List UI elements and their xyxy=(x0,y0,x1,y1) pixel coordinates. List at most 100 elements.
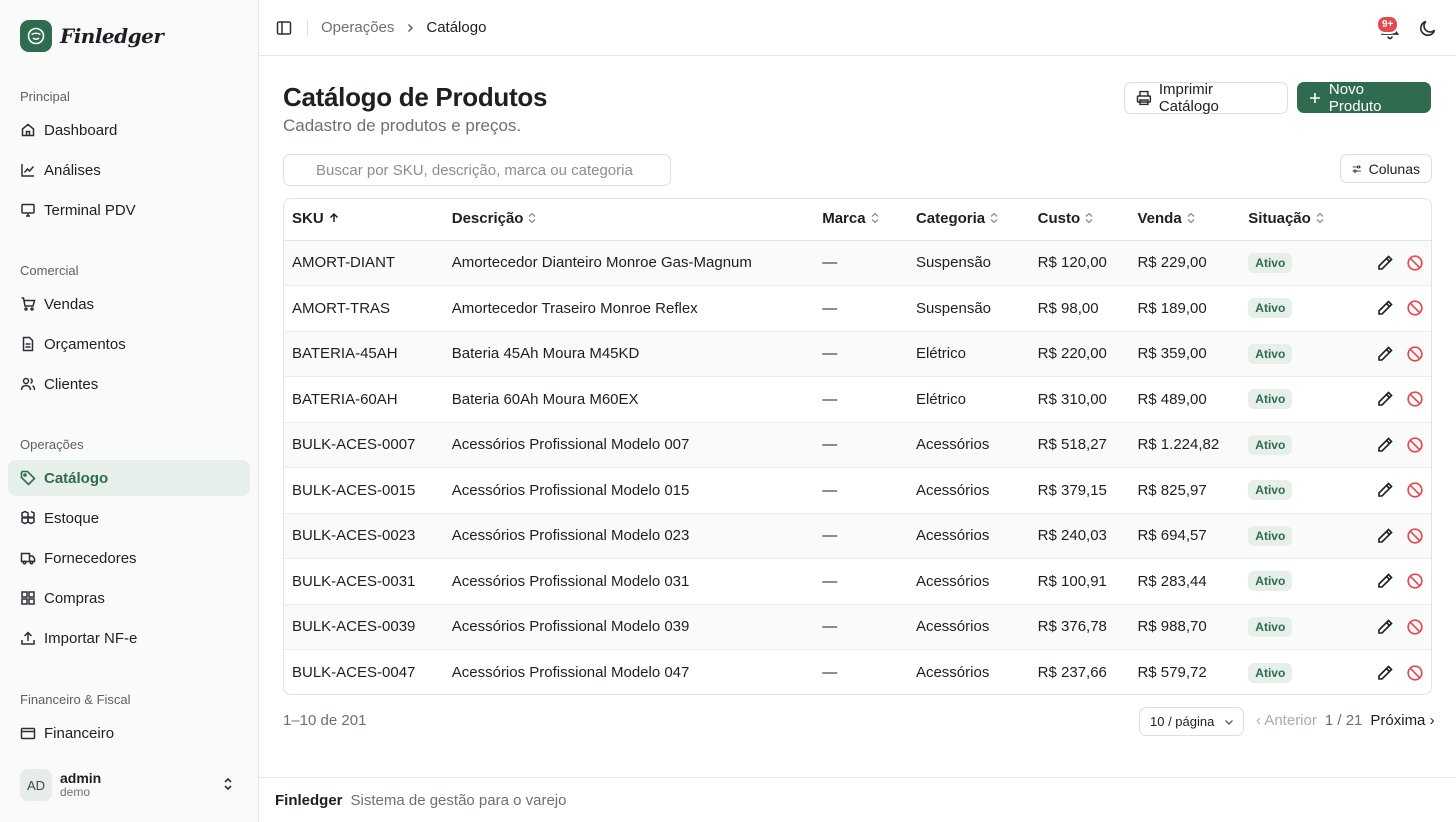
table-row[interactable]: BULK-ACES-0023 Acessórios Profissional Mo… xyxy=(284,513,1431,559)
column-header-categoria[interactable]: Categoria xyxy=(907,199,1030,241)
deactivate-button[interactable] xyxy=(1405,344,1425,364)
sidebar-item-label: Clientes xyxy=(44,375,99,393)
sidebar-item-terminal-pdv[interactable]: Terminal PDV xyxy=(8,192,250,228)
sidebar-item-financeiro[interactable]: Financeiro xyxy=(8,715,250,751)
next-page-button[interactable]: Próxima › xyxy=(1370,712,1434,729)
deactivate-button[interactable] xyxy=(1405,480,1425,500)
table-row[interactable]: BULK-ACES-0039 Acessórios Profissional Mo… xyxy=(284,604,1431,650)
deactivate-button[interactable] xyxy=(1405,435,1425,455)
breadcrumb: Operações Catálogo xyxy=(321,19,486,36)
cell-brand: — xyxy=(822,436,838,454)
edit-button[interactable] xyxy=(1375,298,1395,318)
column-header-situacao[interactable]: Situação xyxy=(1240,199,1356,241)
sort-icon xyxy=(870,211,880,228)
sidebar-item-compras[interactable]: Compras xyxy=(8,580,250,616)
print-catalog-button[interactable]: Imprimir Catálogo xyxy=(1124,81,1288,115)
edit-button[interactable] xyxy=(1375,253,1395,273)
sidebar-toggle-button[interactable] xyxy=(272,16,296,40)
app-footer: Finledger Sistema de gestão para o varej… xyxy=(259,777,1456,822)
sidebar-item-catalogo[interactable]: Catálogo xyxy=(8,460,250,496)
cell-description: Acessórios Profissional Modelo 015 xyxy=(451,481,690,499)
cell-sku: BATERIA-60AH xyxy=(292,390,398,408)
deactivate-button[interactable] xyxy=(1405,253,1425,273)
deactivate-button[interactable] xyxy=(1405,389,1425,409)
sidebar-item-label: Importar NF-e xyxy=(44,629,138,647)
sidebar-item-importar-nfe[interactable]: Importar NF-e xyxy=(8,620,250,656)
sidebar-item-analises[interactable]: Análises xyxy=(8,152,250,188)
brand[interactable]: Finledger xyxy=(20,20,164,52)
column-header-venda[interactable]: Venda xyxy=(1129,199,1241,241)
cell-sku: BULK-ACES-0015 xyxy=(292,481,416,499)
edit-button[interactable] xyxy=(1375,663,1395,683)
edit-button[interactable] xyxy=(1375,617,1395,637)
cell-actions xyxy=(1355,513,1431,559)
deactivate-button[interactable] xyxy=(1405,526,1425,546)
status-badge: Ativo xyxy=(1248,252,1293,273)
breadcrumb-item-operacoes[interactable]: Operações xyxy=(321,19,394,36)
sidebar-item-estoque[interactable]: Estoque xyxy=(8,500,250,536)
deactivate-button[interactable] xyxy=(1405,663,1425,683)
column-header-descricao[interactable]: Descrição xyxy=(443,199,815,241)
ban-icon xyxy=(1407,391,1423,407)
user-role: demo xyxy=(60,785,91,800)
deactivate-button[interactable] xyxy=(1405,571,1425,591)
cell-category: Acessórios xyxy=(915,436,990,454)
edit-button[interactable] xyxy=(1375,480,1395,500)
user-menu[interactable]: AD admin demo xyxy=(8,762,250,808)
cell-cost: R$ 518,27 xyxy=(1037,436,1107,454)
theme-toggle-button[interactable] xyxy=(1416,16,1440,40)
column-header-custo[interactable]: Custo xyxy=(1029,199,1130,241)
search-input[interactable] xyxy=(316,161,656,179)
table-row[interactable]: BULK-ACES-0047 Acessórios Profissional Mo… xyxy=(284,650,1431,695)
notifications-button[interactable]: 9+ xyxy=(1376,15,1402,40)
cell-sku: AMORT-TRAS xyxy=(292,299,391,317)
edit-button[interactable] xyxy=(1375,344,1395,364)
page-size-select[interactable]: 10 / página xyxy=(1139,707,1244,736)
pagination: ‹ Anterior 1 / 21 Próxima › xyxy=(1256,712,1435,729)
table-row[interactable]: BULK-ACES-0031 Acessórios Profissional Mo… xyxy=(284,559,1431,604)
cell-price: R$ 1.224,82 xyxy=(1137,436,1220,454)
new-product-button[interactable]: Novo Produto xyxy=(1297,81,1431,115)
table-row[interactable]: BATERIA-60AH Bateria 60Ah Moura M60EX — Elé… xyxy=(284,377,1431,422)
products-table: SKU Descrição Marca Categoria Custo Vend… xyxy=(283,198,1432,695)
column-header-label: SKU xyxy=(292,210,324,228)
sidebar-item-fornecedores[interactable]: Fornecedores xyxy=(8,540,250,576)
pencil-icon xyxy=(1378,482,1393,498)
edit-button[interactable] xyxy=(1375,526,1395,546)
table-row[interactable]: AMORT-TRAS Amortecedor Traseiro Monroe Re… xyxy=(284,286,1431,331)
chart-line-icon xyxy=(20,162,36,178)
cell-brand: — xyxy=(822,664,838,681)
ban-icon xyxy=(1407,255,1423,271)
table-row[interactable]: BULK-ACES-0007 Acessórios Profissional Mo… xyxy=(284,422,1431,468)
previous-page-button[interactable]: ‹ Anterior xyxy=(1256,712,1317,729)
status-badge: Ativo xyxy=(1248,480,1293,501)
deactivate-button[interactable] xyxy=(1405,298,1425,318)
edit-button[interactable] xyxy=(1375,435,1395,455)
cart-icon xyxy=(20,296,36,312)
table-row[interactable]: BATERIA-45AH Bateria 45Ah Moura M45KD — Elé… xyxy=(284,331,1431,377)
sidebar-item-label: Terminal PDV xyxy=(44,201,136,219)
cell-price: R$ 825,97 xyxy=(1137,481,1207,499)
sidebar-item-vendas[interactable]: Vendas xyxy=(8,286,250,322)
sidebar-item-clientes[interactable]: Clientes xyxy=(8,366,250,402)
column-header-marca[interactable]: Marca xyxy=(814,199,908,241)
cell-description: Acessórios Profissional Modelo 047 xyxy=(451,664,690,681)
sidebar-item-dashboard[interactable]: Dashboard xyxy=(8,112,250,148)
cell-price: R$ 489,00 xyxy=(1137,390,1207,408)
column-header-label: Custo xyxy=(1037,210,1081,228)
edit-button[interactable] xyxy=(1375,571,1395,591)
brand-name: Finledger xyxy=(60,24,164,48)
search-field[interactable] xyxy=(283,154,671,186)
table-row[interactable]: AMORT-DIANT Amortecedor Dianteiro Monroe … xyxy=(284,240,1431,286)
sidebar-item-label: Catálogo xyxy=(44,469,109,487)
sidebar-item-label: Dashboard xyxy=(44,121,118,139)
ban-icon xyxy=(1407,573,1423,589)
columns-button[interactable]: Colunas xyxy=(1340,154,1432,183)
sidebar-item-orcamentos[interactable]: Orçamentos xyxy=(8,326,250,362)
deactivate-button[interactable] xyxy=(1405,617,1425,637)
table-row[interactable]: BULK-ACES-0015 Acessórios Profissional Mo… xyxy=(284,468,1431,513)
edit-button[interactable] xyxy=(1375,389,1395,409)
column-header-sku[interactable]: SKU xyxy=(284,199,444,241)
ban-icon xyxy=(1407,619,1423,635)
status-badge: Ativo xyxy=(1248,571,1293,592)
